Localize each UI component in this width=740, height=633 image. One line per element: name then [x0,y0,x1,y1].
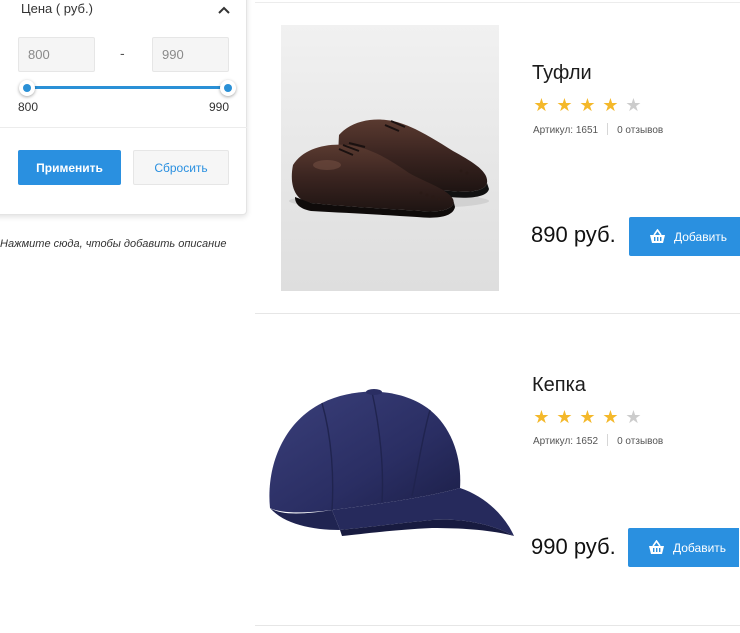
product-reviews[interactable]: 0 отзывов [617,436,663,447]
chevron-up-icon[interactable] [216,4,232,18]
star-filled-icon: ★ [533,407,550,427]
basket-icon [649,540,664,554]
star-filled-icon: ★ [602,95,619,115]
add-description-hint[interactable]: Нажмите сюда, чтобы добавить описание [0,238,226,250]
star-empty-icon: ★ [625,407,642,427]
star-empty-icon: ★ [625,95,642,115]
star-filled-icon: ★ [556,407,573,427]
price-max-input[interactable] [152,37,229,72]
list-top-border [255,2,740,3]
price-filter-title: Цена ( руб.) [21,1,93,16]
star-filled-icon: ★ [556,95,573,115]
basket-icon [650,229,665,243]
star-filled-icon: ★ [602,407,619,427]
price-slider-max-handle[interactable] [220,80,236,96]
slider-min-label: 800 [18,100,39,114]
add-to-cart-button[interactable]: Добавить [629,217,740,256]
price-min-input[interactable] [18,37,95,72]
product-meta: Артикул: 1652 0 отзывов [533,434,663,447]
star-filled-icon: ★ [579,407,596,427]
reset-button[interactable]: Сбросить [133,150,229,185]
product-article: Артикул: 1651 [533,125,599,136]
product-meta: Артикул: 1651 0 отзывов [533,123,663,136]
product-image-shoes[interactable] [281,25,499,291]
rating-stars: ★ ★ ★ ★ ★ [532,408,643,427]
price-slider-min-handle[interactable] [19,80,35,96]
price-slider-track[interactable] [27,86,229,89]
product-divider [255,625,740,626]
range-separator: - [120,45,125,61]
add-to-cart-label: Добавить [673,540,727,555]
product-image-cap[interactable] [262,378,517,553]
star-filled-icon: ★ [533,95,550,115]
rating-stars: ★ ★ ★ ★ ★ [532,96,643,115]
product-divider [255,313,740,314]
add-to-cart-button[interactable]: Добавить [628,528,739,567]
product-reviews[interactable]: 0 отзывов [617,125,663,136]
add-to-cart-label: Добавить [674,229,728,244]
product-price: 990 руб. [531,534,616,559]
product-title[interactable]: Туфли [532,62,592,85]
filter-divider [0,127,247,128]
apply-button[interactable]: Применить [18,150,121,185]
slider-max-label: 990 [209,100,230,114]
product-price: 890 руб. [531,222,616,247]
star-filled-icon: ★ [579,95,596,115]
product-article: Артикул: 1652 [533,436,599,447]
product-title[interactable]: Кепка [532,374,586,397]
